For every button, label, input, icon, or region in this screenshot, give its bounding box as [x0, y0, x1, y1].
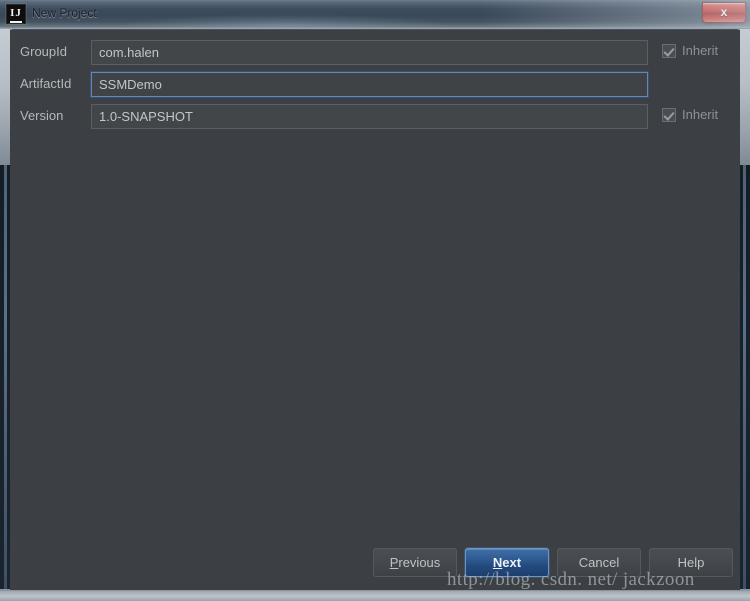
- title-bar[interactable]: IJ New Project x: [0, 0, 750, 29]
- groupid-label: GroupId: [20, 44, 67, 59]
- inherit-version-label: Inherit: [682, 107, 719, 122]
- form-row-groupid: GroupId Inherit: [10, 40, 740, 66]
- new-project-dialog-window: IJ New Project x GroupId Inherit: [0, 0, 750, 601]
- previous-button-label: revious: [398, 555, 441, 570]
- version-label: Version: [20, 108, 64, 123]
- help-button[interactable]: Help: [649, 548, 733, 577]
- window-right-border-inner-line: [743, 165, 746, 601]
- form-row-artifactid: ArtifactId: [10, 72, 740, 98]
- next-button-mnemonic: N: [492, 555, 503, 570]
- groupid-input[interactable]: [91, 40, 648, 65]
- inherit-groupid-checkbox[interactable]: Inherit: [662, 43, 718, 58]
- cancel-button[interactable]: Cancel: [557, 548, 641, 577]
- cancel-button-label: Cancel: [578, 555, 620, 570]
- version-input[interactable]: [91, 104, 648, 129]
- window-title: New Project: [32, 6, 97, 20]
- next-button[interactable]: Next: [465, 548, 549, 577]
- artifactid-input[interactable]: [91, 72, 648, 97]
- intellij-idea-icon: IJ: [6, 4, 26, 24]
- dialog-content: GroupId Inherit ArtifactId Version Inher…: [10, 30, 740, 590]
- checkmark-icon: [662, 107, 676, 122]
- dialog-button-bar: Previous Next Cancel Help: [10, 548, 740, 582]
- next-button-label: ext: [502, 555, 522, 570]
- inherit-version-checkbox[interactable]: Inherit: [662, 107, 718, 122]
- form-row-version: Version Inherit: [10, 104, 740, 130]
- window-left-border-inner-line: [4, 165, 7, 601]
- artifactid-label: ArtifactId: [20, 76, 72, 91]
- window-bottom-border: [0, 589, 750, 601]
- help-button-label: Help: [677, 555, 705, 570]
- checkmark-icon: [662, 43, 676, 58]
- inherit-groupid-label: Inherit: [682, 43, 719, 58]
- previous-button[interactable]: Previous: [373, 548, 457, 577]
- close-button[interactable]: x: [702, 2, 746, 23]
